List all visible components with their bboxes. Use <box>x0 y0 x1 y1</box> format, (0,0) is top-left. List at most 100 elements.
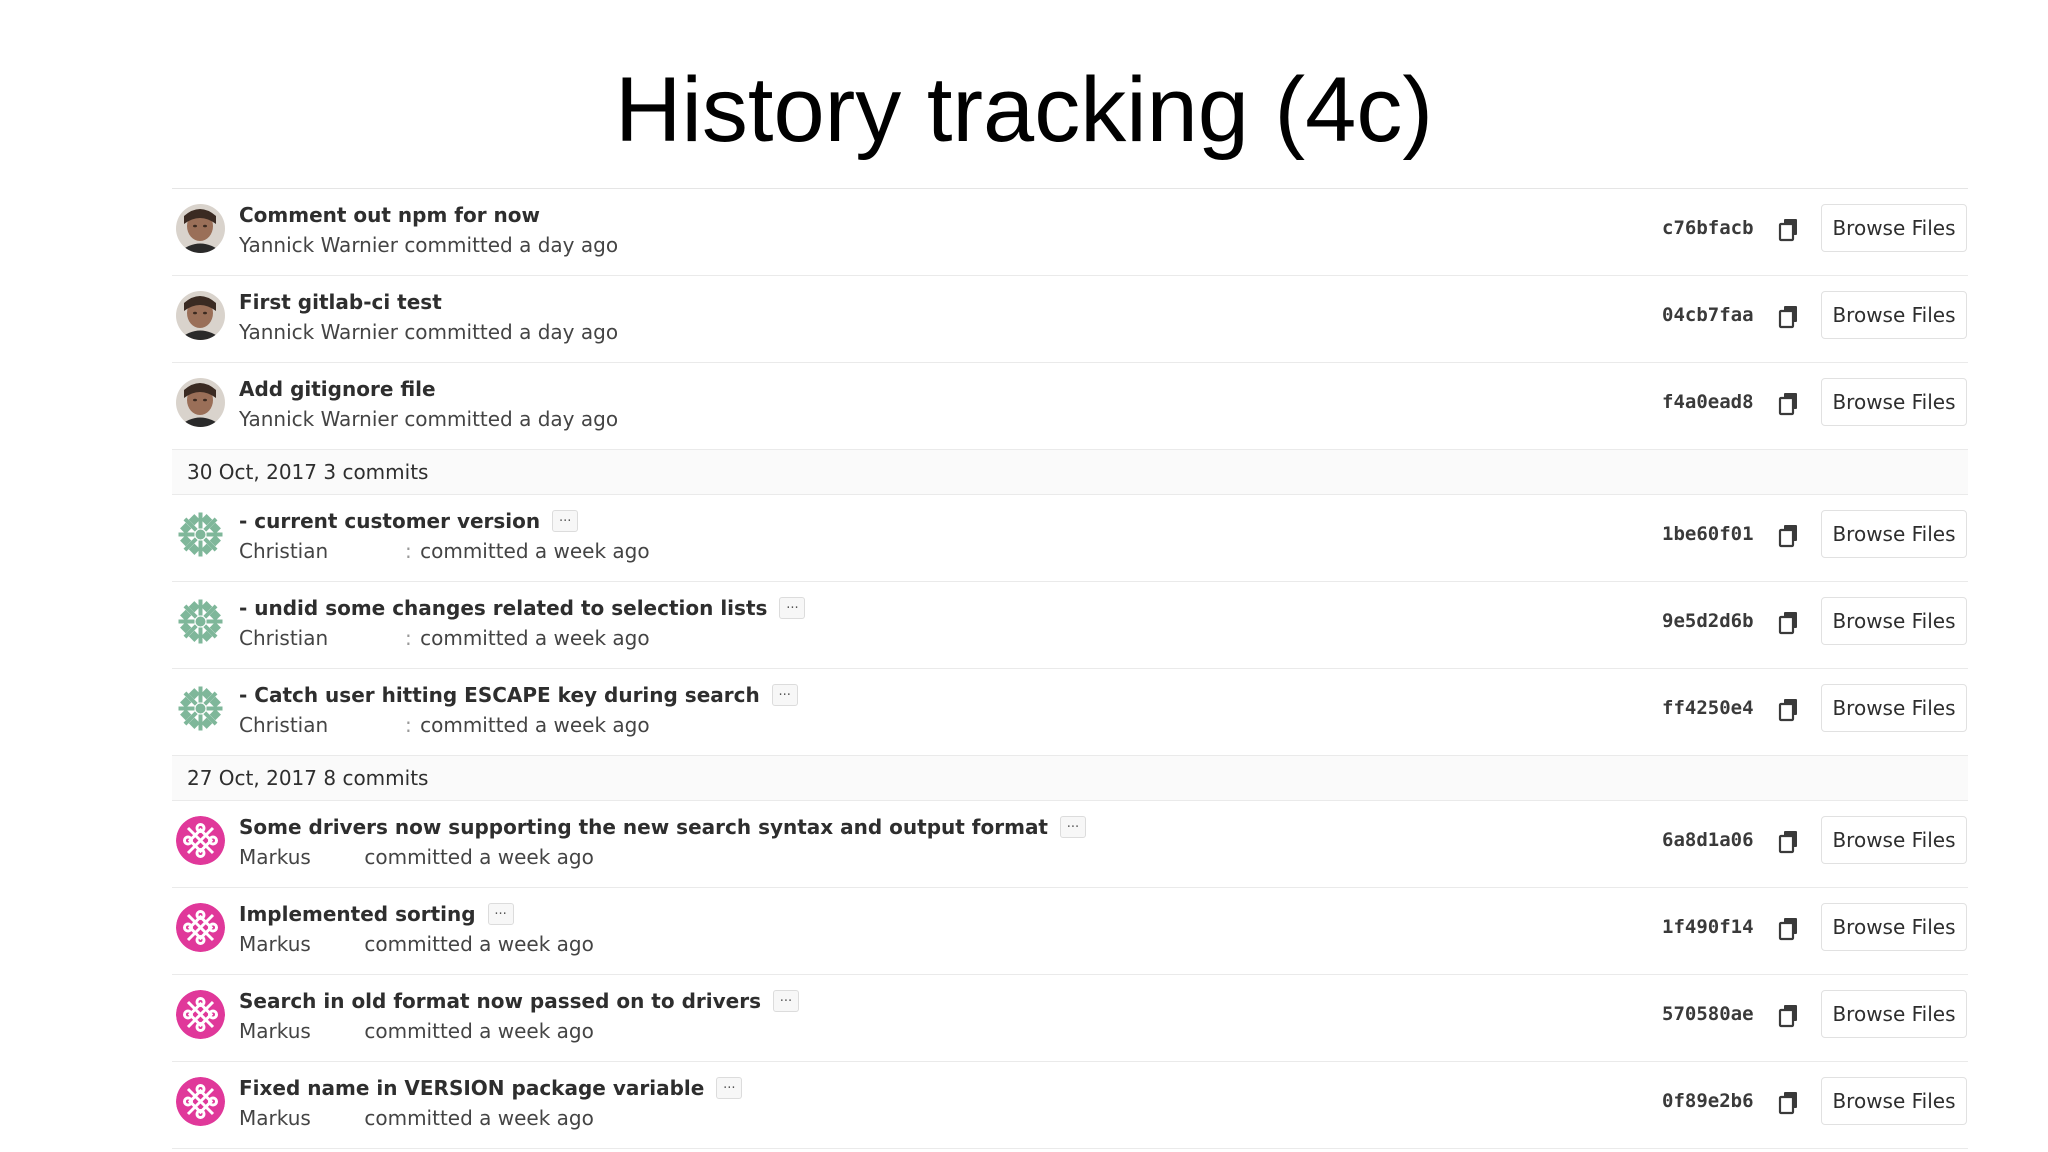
committed-label: committed <box>364 1019 473 1043</box>
copy-icon[interactable] <box>1778 698 1800 722</box>
commit-meta: Christian: committed a week ago <box>239 713 650 737</box>
browse-files-button[interactable]: Browse Files <box>1821 816 1967 864</box>
commit-author[interactable]: Yannick Warnier <box>239 407 398 431</box>
commit-author[interactable]: Markus <box>239 845 358 869</box>
avatar[interactable] <box>176 291 225 340</box>
copy-icon[interactable] <box>1778 392 1800 416</box>
commit-message[interactable]: Implemented sorting... <box>239 902 514 926</box>
avatar[interactable] <box>176 597 225 646</box>
commit-message[interactable]: Some drivers now supporting the new sear… <box>239 815 1086 839</box>
commit-row: Some drivers now supporting the new sear… <box>172 801 1968 888</box>
browse-files-button[interactable]: Browse Files <box>1821 510 1967 558</box>
commit-time: a week ago <box>479 1019 594 1043</box>
browse-files-button[interactable]: Browse Files <box>1821 684 1967 732</box>
committed-label: committed <box>404 407 513 431</box>
commit-sha[interactable]: 1f490f14 <box>1662 916 1754 938</box>
browse-files-button[interactable]: Browse Files <box>1821 597 1967 645</box>
commit-sha[interactable]: c76bfacb <box>1662 217 1754 239</box>
commit-message[interactable]: Comment out npm for now <box>239 203 540 227</box>
avatar[interactable] <box>176 1077 225 1126</box>
commit-list: Comment out npm for now Yannick Warnier … <box>172 188 1968 1149</box>
commit-author[interactable]: Yannick Warnier <box>239 233 398 257</box>
commit-sha[interactable]: 570580ae <box>1662 1003 1754 1025</box>
commit-sha[interactable]: f4a0ead8 <box>1662 391 1754 413</box>
committed-label: committed <box>404 233 513 257</box>
day-header: 27 Oct, 2017 8 commits <box>172 756 1968 801</box>
commit-meta: Yannick Warnier committed a day ago <box>239 320 618 344</box>
commit-meta: Markus committed a week ago <box>239 932 594 956</box>
commit-sha[interactable]: 1be60f01 <box>1662 523 1754 545</box>
commit-sha[interactable]: 04cb7faa <box>1662 304 1754 326</box>
avatar[interactable] <box>176 816 225 865</box>
commit-row: Fixed name in VERSION package variable..… <box>172 1062 1968 1149</box>
commit-meta: Christian: committed a week ago <box>239 626 650 650</box>
browse-files-button[interactable]: Browse Files <box>1821 378 1967 426</box>
browse-files-button[interactable]: Browse Files <box>1821 204 1967 252</box>
commit-sha[interactable]: 9e5d2d6b <box>1662 610 1754 632</box>
commit-row: Search in old format now passed on to dr… <box>172 975 1968 1062</box>
avatar[interactable] <box>176 204 225 253</box>
commit-row: Add gitignore file Yannick Warnier commi… <box>172 363 1968 450</box>
commit-message[interactable]: Fixed name in VERSION package variable..… <box>239 1076 743 1100</box>
avatar[interactable] <box>176 378 225 427</box>
toggle-description-button[interactable]: ... <box>487 903 514 925</box>
commit-message[interactable]: First gitlab-ci test <box>239 290 442 314</box>
commit-author[interactable]: Christian <box>239 626 405 650</box>
commit-row: - current customer version... Christian:… <box>172 495 1968 582</box>
commit-message[interactable]: Search in old format now passed on to dr… <box>239 989 799 1013</box>
browse-files-button[interactable]: Browse Files <box>1821 1077 1967 1125</box>
copy-icon[interactable] <box>1778 917 1800 941</box>
committed-label: committed <box>420 626 529 650</box>
browse-files-button[interactable]: Browse Files <box>1821 291 1967 339</box>
committed-label: committed <box>364 1106 473 1130</box>
commit-time: a day ago <box>519 320 619 344</box>
copy-icon[interactable] <box>1778 218 1800 242</box>
copy-icon[interactable] <box>1778 524 1800 548</box>
commit-sha[interactable]: 0f89e2b6 <box>1662 1090 1754 1112</box>
commit-author[interactable]: Christian <box>239 713 405 737</box>
avatar[interactable] <box>176 903 225 952</box>
commit-author[interactable]: Markus <box>239 1106 358 1130</box>
copy-icon[interactable] <box>1778 611 1800 635</box>
committed-label: committed <box>420 713 529 737</box>
copy-icon[interactable] <box>1778 305 1800 329</box>
commit-message[interactable]: Add gitignore file <box>239 377 436 401</box>
commit-author[interactable]: Markus <box>239 932 358 956</box>
copy-icon[interactable] <box>1778 1091 1800 1115</box>
browse-files-button[interactable]: Browse Files <box>1821 903 1967 951</box>
commit-meta: Yannick Warnier committed a day ago <box>239 233 618 257</box>
browse-files-button[interactable]: Browse Files <box>1821 990 1967 1038</box>
copy-icon[interactable] <box>1778 830 1800 854</box>
commit-author[interactable]: Yannick Warnier <box>239 320 398 344</box>
identicon-icon <box>176 903 225 952</box>
toggle-description-button[interactable]: ... <box>779 597 806 619</box>
toggle-description-button[interactable]: ... <box>552 510 579 532</box>
commit-meta: Christian: committed a week ago <box>239 539 650 563</box>
avatar[interactable] <box>176 990 225 1039</box>
toggle-description-button[interactable]: ... <box>771 684 798 706</box>
copy-icon[interactable] <box>1778 1004 1800 1028</box>
commit-sha[interactable]: ff4250e4 <box>1662 697 1754 719</box>
commit-sha[interactable]: 6a8d1a06 <box>1662 829 1754 851</box>
day-date: 30 Oct, 2017 <box>187 460 317 484</box>
user-photo-icon <box>176 204 225 253</box>
commit-message[interactable]: - Catch user hitting ESCAPE key during s… <box>239 683 798 707</box>
toggle-description-button[interactable]: ... <box>716 1077 743 1099</box>
commit-message[interactable]: - undid some changes related to selectio… <box>239 596 806 620</box>
identicon-icon <box>176 510 225 559</box>
commit-row: Comment out npm for now Yannick Warnier … <box>172 189 1968 276</box>
commit-time: a week ago <box>479 932 594 956</box>
avatar[interactable] <box>176 684 225 733</box>
user-photo-icon <box>176 291 225 340</box>
avatar[interactable] <box>176 510 225 559</box>
commit-row: Implemented sorting... Markus committed … <box>172 888 1968 975</box>
user-photo-icon <box>176 378 225 427</box>
commit-time: a week ago <box>479 845 594 869</box>
toggle-description-button[interactable]: ... <box>1060 816 1086 838</box>
slide: History tracking (4c) Comment out npm fo… <box>0 0 2048 1152</box>
commit-author[interactable]: Markus <box>239 1019 358 1043</box>
commit-message[interactable]: - current customer version... <box>239 509 579 533</box>
toggle-description-button[interactable]: ... <box>772 990 799 1012</box>
commit-author[interactable]: Christian <box>239 539 405 563</box>
day-commit-count: 3 commits <box>323 460 429 484</box>
